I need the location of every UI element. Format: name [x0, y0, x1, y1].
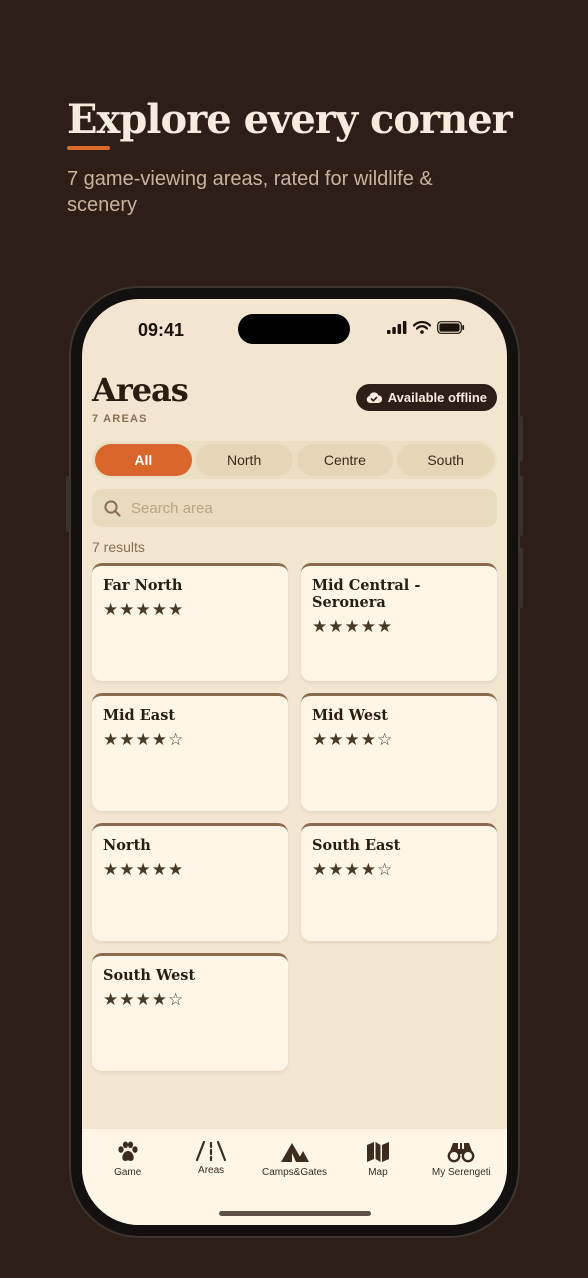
side-button — [66, 476, 70, 532]
search-icon — [104, 499, 121, 517]
area-rating: ★★★★☆ — [312, 730, 394, 749]
area-rating: ★★★★★ — [103, 600, 185, 619]
area-name: Mid East — [103, 707, 176, 724]
area-card[interactable]: North ★★★★★ — [92, 823, 288, 941]
area-name: Mid Central - Seronera — [312, 577, 421, 611]
tab-label: Camps&Gates — [262, 1167, 328, 1178]
status-icons — [387, 321, 465, 334]
map-icon — [366, 1142, 389, 1162]
area-card[interactable]: South East ★★★★☆ — [301, 823, 497, 941]
area-name: Mid West — [312, 707, 388, 724]
paw-icon — [118, 1141, 138, 1161]
dynamic-island — [238, 314, 350, 344]
home-indicator — [219, 1211, 371, 1216]
battery-icon — [437, 321, 465, 334]
road-icon — [196, 1141, 227, 1161]
tab-label: Map — [368, 1167, 388, 1178]
area-name: Far North — [103, 577, 183, 594]
signal-icon — [387, 321, 407, 334]
cloud-check-icon — [366, 392, 382, 404]
region-filter: All North Centre South — [92, 441, 497, 479]
area-card[interactable]: South West ★★★★☆ — [92, 953, 288, 1071]
filter-centre[interactable]: Centre — [296, 444, 394, 476]
status-bar: 09:41 — [82, 299, 507, 359]
area-card[interactable]: Mid East ★★★★☆ — [92, 693, 288, 811]
available-offline-label: Available offline — [387, 390, 487, 405]
search-input[interactable] — [131, 499, 471, 517]
binoculars-icon — [447, 1143, 475, 1163]
area-name: South West — [103, 967, 196, 984]
side-button — [519, 416, 523, 462]
wifi-icon — [413, 321, 431, 334]
tab-game[interactable]: Game — [86, 1141, 169, 1225]
side-button — [519, 476, 523, 536]
area-name: North — [103, 837, 151, 854]
available-offline-button[interactable]: Available offline — [355, 384, 497, 411]
filter-all[interactable]: All — [95, 444, 192, 476]
side-button — [519, 548, 523, 608]
tab-label: Areas — [198, 1165, 225, 1176]
tab-my-serengeti[interactable]: My Serengeti — [420, 1141, 503, 1225]
area-rating: ★★★★★ — [312, 617, 394, 636]
area-card[interactable]: Mid Central - Seronera ★★★★★ — [301, 563, 497, 681]
phone-screen: 09:41 Areas 7 AREAS Available offline Al… — [82, 299, 507, 1225]
area-card[interactable]: Far North ★★★★★ — [92, 563, 288, 681]
areas-header: Areas 7 AREAS Available offline — [92, 371, 497, 425]
search-bar — [92, 489, 497, 527]
tent-icon — [280, 1143, 309, 1162]
filter-south[interactable]: South — [397, 444, 494, 476]
area-rating: ★★★★☆ — [103, 990, 185, 1009]
hero-underline — [67, 146, 110, 150]
areas-count: 7 AREAS — [92, 413, 148, 425]
tab-label: Game — [114, 1167, 142, 1178]
area-card[interactable]: Mid West ★★★★☆ — [301, 693, 497, 811]
status-time: 09:41 — [138, 320, 185, 340]
area-rating: ★★★★☆ — [312, 860, 394, 879]
areas-grid: Far North ★★★★★ Mid Central - Seronera ★… — [92, 563, 497, 1071]
area-rating: ★★★★★ — [103, 860, 185, 879]
tab-label: My Serengeti — [431, 1167, 491, 1178]
hero: Explore every corner 7 game-viewing area… — [67, 96, 537, 218]
hero-subtitle: 7 game-viewing areas, rated for wildlife… — [67, 168, 433, 216]
phone-frame: 09:41 Areas 7 AREAS Available offline Al… — [66, 286, 523, 1238]
area-rating: ★★★★☆ — [103, 730, 185, 749]
results-count: 7 results — [92, 539, 145, 555]
area-name: South East — [312, 837, 401, 854]
hero-title: Explore every corner — [67, 96, 513, 143]
filter-north[interactable]: North — [195, 444, 293, 476]
